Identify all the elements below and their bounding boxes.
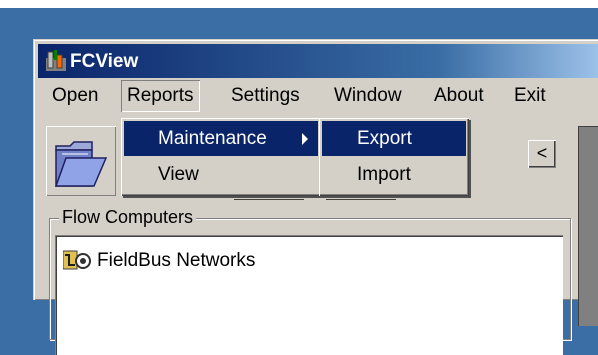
menu-open[interactable]: Open: [46, 80, 104, 112]
menu-about[interactable]: About: [428, 80, 490, 112]
desktop-background: [0, 0, 598, 8]
menu-window[interactable]: Window: [328, 80, 408, 112]
title-bar[interactable]: FCView: [38, 44, 598, 78]
network-icon: [63, 250, 91, 270]
menu-item-label: Export: [357, 128, 412, 149]
menu-item-label: Maintenance: [158, 128, 267, 149]
window-title: FCView: [70, 51, 139, 72]
flow-computers-list[interactable]: FieldBus Networks: [55, 235, 563, 355]
menu-item-import[interactable]: Import: [322, 157, 466, 192]
reports-dropdown-menu: Maintenance View: [121, 118, 321, 196]
menu-item-maintenance[interactable]: Maintenance: [124, 121, 318, 156]
menu-item-label: Import: [357, 164, 411, 185]
right-pane: [578, 126, 598, 326]
maintenance-submenu: Export Import: [319, 118, 469, 196]
menu-reports[interactable]: Reports: [121, 80, 200, 112]
open-folder-button[interactable]: [46, 126, 116, 196]
app-icon: [46, 50, 66, 71]
folder-open-icon: [54, 141, 108, 187]
menu-item-label: View: [158, 164, 199, 185]
menu-exit[interactable]: Exit: [508, 80, 552, 112]
menu-item-export[interactable]: Export: [322, 121, 466, 156]
scroll-left-button[interactable]: <: [528, 140, 556, 168]
menu-bar: Open Reports Settings Window About Exit: [38, 80, 598, 114]
menu-settings[interactable]: Settings: [225, 80, 306, 112]
submenu-arrow-icon: [302, 133, 308, 145]
list-item-label: FieldBus Networks: [97, 250, 256, 271]
group-label: Flow Computers: [59, 207, 197, 228]
menu-item-view[interactable]: View: [124, 157, 318, 192]
